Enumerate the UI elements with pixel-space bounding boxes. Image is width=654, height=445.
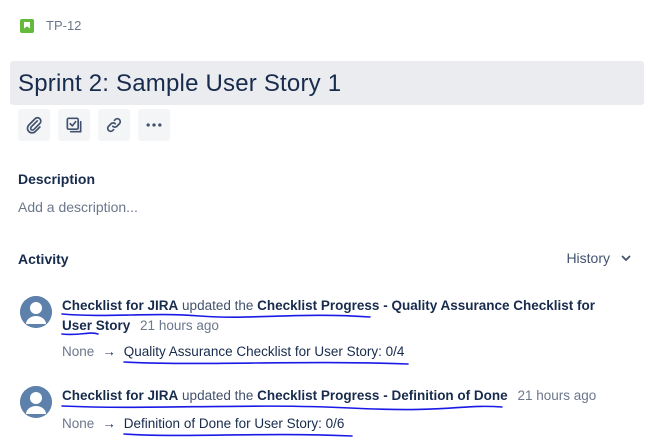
- issue-toolbar: [18, 109, 170, 141]
- issue-title[interactable]: Sprint 2: Sample User Story 1: [18, 70, 636, 98]
- issue-key-text[interactable]: TP-12: [46, 18, 81, 33]
- activity-time: 21 hours ago: [517, 388, 597, 403]
- avatar[interactable]: [20, 296, 52, 328]
- activity-entry-text: Checklist for JIRA updated the Checklist…: [62, 386, 622, 406]
- activity-change: None → Quality Assurance Checklist for Use…: [62, 344, 404, 359]
- underline-mark: [123, 433, 353, 437]
- more-icon: [146, 123, 162, 127]
- history-dropdown[interactable]: History: [566, 250, 632, 266]
- activity-actor[interactable]: Checklist for JIRA: [62, 298, 178, 313]
- checklist-icon: [66, 117, 82, 133]
- link-icon: [106, 117, 122, 133]
- activity-verb: updated the: [182, 298, 254, 313]
- attach-button[interactable]: [18, 109, 50, 141]
- description-label: Description: [18, 171, 96, 187]
- more-actions-button[interactable]: [138, 109, 170, 141]
- activity-entry-text: Checklist for JIRA updated the Checklist…: [62, 296, 622, 336]
- activity-actor[interactable]: Checklist for JIRA: [62, 388, 178, 403]
- story-icon: [20, 18, 34, 33]
- activity-label: Activity: [18, 251, 69, 267]
- change-from: None: [62, 416, 95, 431]
- activity-change: None → Definition of Done for User Story: …: [62, 416, 344, 431]
- activity-verb: updated the: [182, 388, 254, 403]
- underline-mark: [123, 361, 409, 365]
- issue-title-field[interactable]: Sprint 2: Sample User Story 1: [10, 61, 644, 105]
- issue-key[interactable]: TP-12: [20, 18, 81, 33]
- history-label: History: [566, 250, 610, 266]
- activity-time: 21 hours ago: [140, 318, 219, 333]
- arrow-right-icon: →: [102, 344, 116, 359]
- underline-mark: [61, 405, 503, 411]
- change-from: None: [62, 344, 95, 359]
- avatar[interactable]: [20, 386, 52, 418]
- description-input[interactable]: Add a description...: [18, 199, 138, 215]
- chevron-down-icon: [621, 255, 631, 261]
- link-issue-button[interactable]: [98, 109, 130, 141]
- user-avatar-icon: [20, 386, 52, 418]
- paperclip-icon: [26, 116, 42, 134]
- user-avatar-icon: [20, 296, 52, 328]
- arrow-right-icon: →: [102, 416, 116, 431]
- add-checklist-button[interactable]: [58, 109, 90, 141]
- change-to: Definition of Done for User Story: 0/6: [123, 416, 345, 431]
- change-to: Quality Assurance Checklist for User Sto…: [123, 344, 405, 359]
- activity-field: Checklist Progress - Definition of Done: [257, 388, 508, 403]
